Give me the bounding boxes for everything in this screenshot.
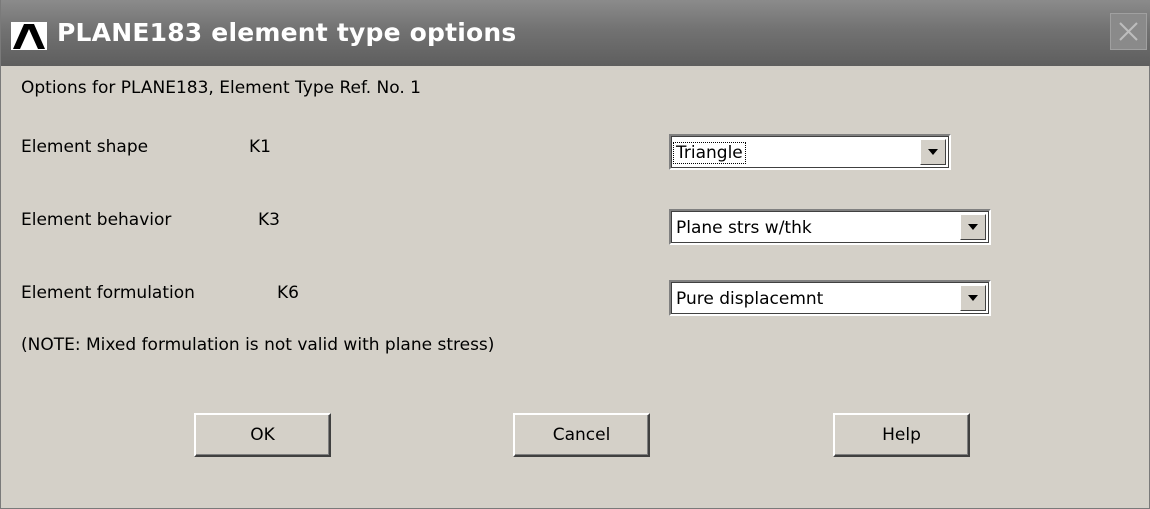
chevron-down-icon: [968, 295, 978, 301]
element-behavior-key: K3: [258, 210, 280, 230]
element-shape-label: Element shape: [21, 137, 149, 157]
element-formulation-dropdown-button[interactable]: [960, 285, 986, 311]
chevron-down-icon: [928, 149, 938, 155]
element-shape-dropdown[interactable]: Triangle: [669, 134, 951, 170]
element-type-options-dialog: PLANE183 element type options Options fo…: [0, 0, 1150, 509]
element-formulation-dropdown[interactable]: Pure displacemnt: [669, 280, 991, 316]
cancel-button[interactable]: Cancel: [513, 413, 650, 457]
help-button[interactable]: Help: [833, 413, 970, 457]
element-formulation-label: Element formulation: [21, 283, 195, 303]
element-shape-value: Triangle: [673, 142, 746, 164]
chevron-down-icon: [968, 224, 978, 230]
ansys-logo-icon: [11, 22, 47, 50]
formulation-note: (NOTE: Mixed formulation is not valid wi…: [21, 335, 495, 355]
close-icon: [1119, 22, 1138, 41]
element-shape-key: K1: [249, 137, 271, 157]
element-behavior-label: Element behavior: [21, 210, 172, 230]
element-behavior-dropdown[interactable]: Plane strs w/thk: [669, 209, 991, 245]
element-shape-dropdown-button[interactable]: [920, 139, 946, 165]
element-behavior-dropdown-button[interactable]: [960, 214, 986, 240]
title-bar[interactable]: PLANE183 element type options: [1, 0, 1150, 66]
close-button[interactable]: [1110, 13, 1147, 50]
element-formulation-value: Pure displacemnt: [676, 289, 824, 309]
element-formulation-key: K6: [277, 283, 299, 303]
element-behavior-value: Plane strs w/thk: [676, 218, 812, 238]
ok-button[interactable]: OK: [194, 413, 331, 457]
window-title: PLANE183 element type options: [57, 18, 517, 47]
options-header-text: Options for PLANE183, Element Type Ref. …: [21, 78, 421, 98]
